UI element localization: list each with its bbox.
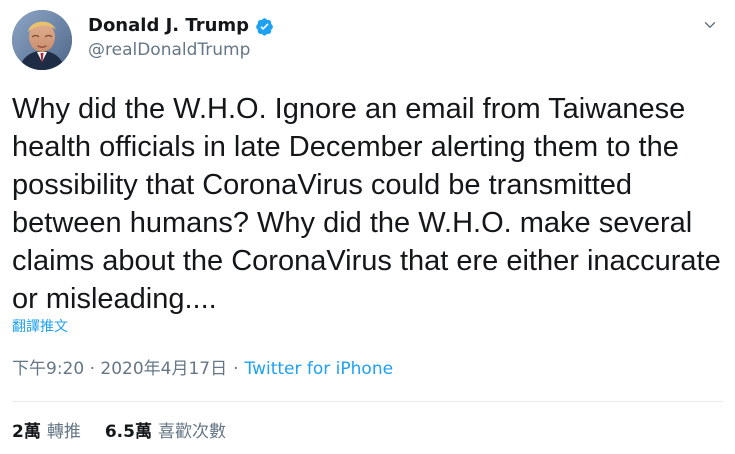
user-block: Donald J. Trump @realDonaldTrump: [88, 14, 608, 62]
translate-tweet-link[interactable]: 翻譯推文: [12, 318, 68, 336]
meta-separator: ·: [233, 359, 239, 379]
tweet-card: Donald J. Trump @realDonaldTrump Why did…: [0, 0, 735, 454]
verified-badge-icon: [255, 17, 274, 36]
retweets-label: 轉推: [46, 422, 81, 442]
divider: [12, 401, 723, 402]
likes-stat[interactable]: 6.5萬 喜歡次數: [105, 421, 226, 443]
display-name[interactable]: Donald J. Trump: [88, 14, 249, 38]
likes-label: 喜歡次數: [157, 422, 226, 442]
retweets-stat[interactable]: 2萬 轉推: [12, 421, 81, 443]
chevron-down-icon: [704, 22, 716, 28]
profile-photo-icon: [12, 10, 72, 70]
tweet-stats: 2萬 轉推 6.5萬 喜歡次數: [12, 421, 226, 443]
more-options-button[interactable]: [697, 12, 723, 38]
user-handle[interactable]: @realDonaldTrump: [88, 38, 608, 62]
tweet-timestamp[interactable]: 下午9:20 · 2020年4月17日: [12, 359, 227, 379]
avatar[interactable]: [12, 10, 72, 70]
retweets-count: 2萬: [12, 422, 41, 442]
likes-count: 6.5萬: [104, 422, 152, 442]
tweet-source-link[interactable]: Twitter for iPhone: [245, 359, 394, 379]
display-name-row: Donald J. Trump: [88, 14, 608, 38]
tweet-header: Donald J. Trump @realDonaldTrump: [12, 10, 723, 74]
tweet-text: Why did the W.H.O. Ignore an email from …: [12, 93, 721, 315]
tweet-meta: 下午9:20 · 2020年4月17日 · Twitter for iPhone: [12, 358, 393, 380]
